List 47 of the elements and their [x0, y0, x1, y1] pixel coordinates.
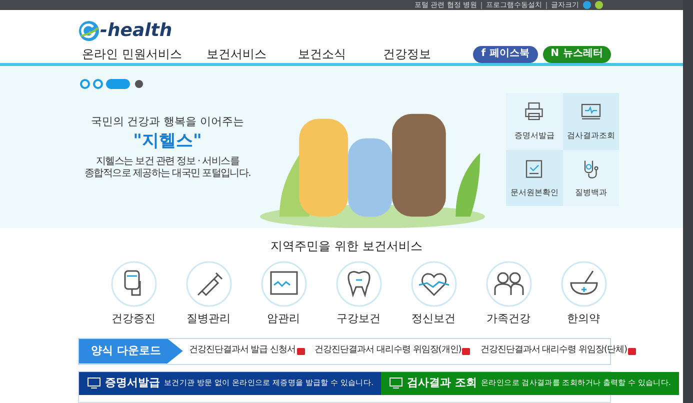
hero-description: 지헬스는 보건 관련 정보 · 서비스를: [94, 156, 240, 168]
service-item[interactable]: 구강보건: [321, 261, 396, 328]
nav-item[interactable]: 보건소식: [298, 45, 383, 63]
social-icon: f: [481, 49, 486, 59]
panel-title: 검사결과 조회: [407, 374, 478, 391]
social-button[interactable]: f 페이스북: [473, 46, 538, 62]
quick-link[interactable]: 증명서발급: [506, 93, 562, 150]
monitor-icon: [389, 377, 404, 389]
iv-icon: [110, 261, 156, 307]
service-item[interactable]: 가족건강: [471, 261, 546, 328]
nav-item[interactable]: 온라인 민원서비스: [82, 45, 206, 63]
monitor-icon: [87, 377, 101, 389]
family-icon: [486, 261, 532, 307]
logo-text: -health: [100, 22, 172, 40]
panel-title: 증명서발급: [105, 374, 160, 391]
download-title: 양식 다운로드: [79, 338, 183, 364]
quick-link[interactable]: 검사결과조회: [562, 93, 619, 150]
chart-icon: [260, 261, 306, 307]
nav-item[interactable]: 건강정보: [382, 45, 474, 63]
tooth-icon: [336, 261, 382, 307]
service-item[interactable]: 질병관리: [171, 261, 246, 328]
zoom-out-icon[interactable]: [595, 1, 603, 9]
service-item[interactable]: 건강증진: [96, 261, 171, 328]
download-link[interactable]: 건강진단결과서 발급 신청서: [188, 344, 305, 358]
nav-item[interactable]: 보건서비스: [206, 45, 298, 63]
hero-description: 종합적으로 제공하는 대국민 포털입니다.: [84, 168, 252, 180]
quick-link[interactable]: 문서원본확인: [506, 150, 562, 206]
download-link[interactable]: 건강진단결과서 대리수령 위임장(단체): [480, 344, 636, 358]
zoom-in-icon[interactable]: [583, 1, 591, 9]
slide-indicator[interactable]: [80, 79, 90, 89]
mortar-icon: [560, 261, 606, 307]
slide-indicator[interactable]: [93, 79, 103, 89]
syringe-icon: [186, 261, 232, 307]
slide-indicator[interactable]: [106, 79, 130, 89]
pdf-icon: [462, 348, 470, 354]
section-title: 지역주민을 위한 보건서비스: [270, 238, 424, 255]
quick-link[interactable]: 질병백과: [562, 150, 619, 206]
hero-tagline: 국민의 건강과 행복을 이어주는: [90, 114, 246, 130]
pdf-icon: [296, 348, 305, 354]
social-button[interactable]: N 뉴스레터: [542, 46, 612, 62]
download-link[interactable]: 건강진단결과서 대리수령 위임장(개인): [314, 344, 470, 358]
pdf-icon: [628, 348, 636, 354]
social-icon: N: [550, 49, 560, 59]
service-item[interactable]: 암관리: [246, 261, 321, 328]
service-item[interactable]: 한의약: [546, 261, 621, 328]
hero-brand: "지헬스": [132, 130, 203, 152]
service-item[interactable]: 정신보건: [396, 261, 471, 328]
